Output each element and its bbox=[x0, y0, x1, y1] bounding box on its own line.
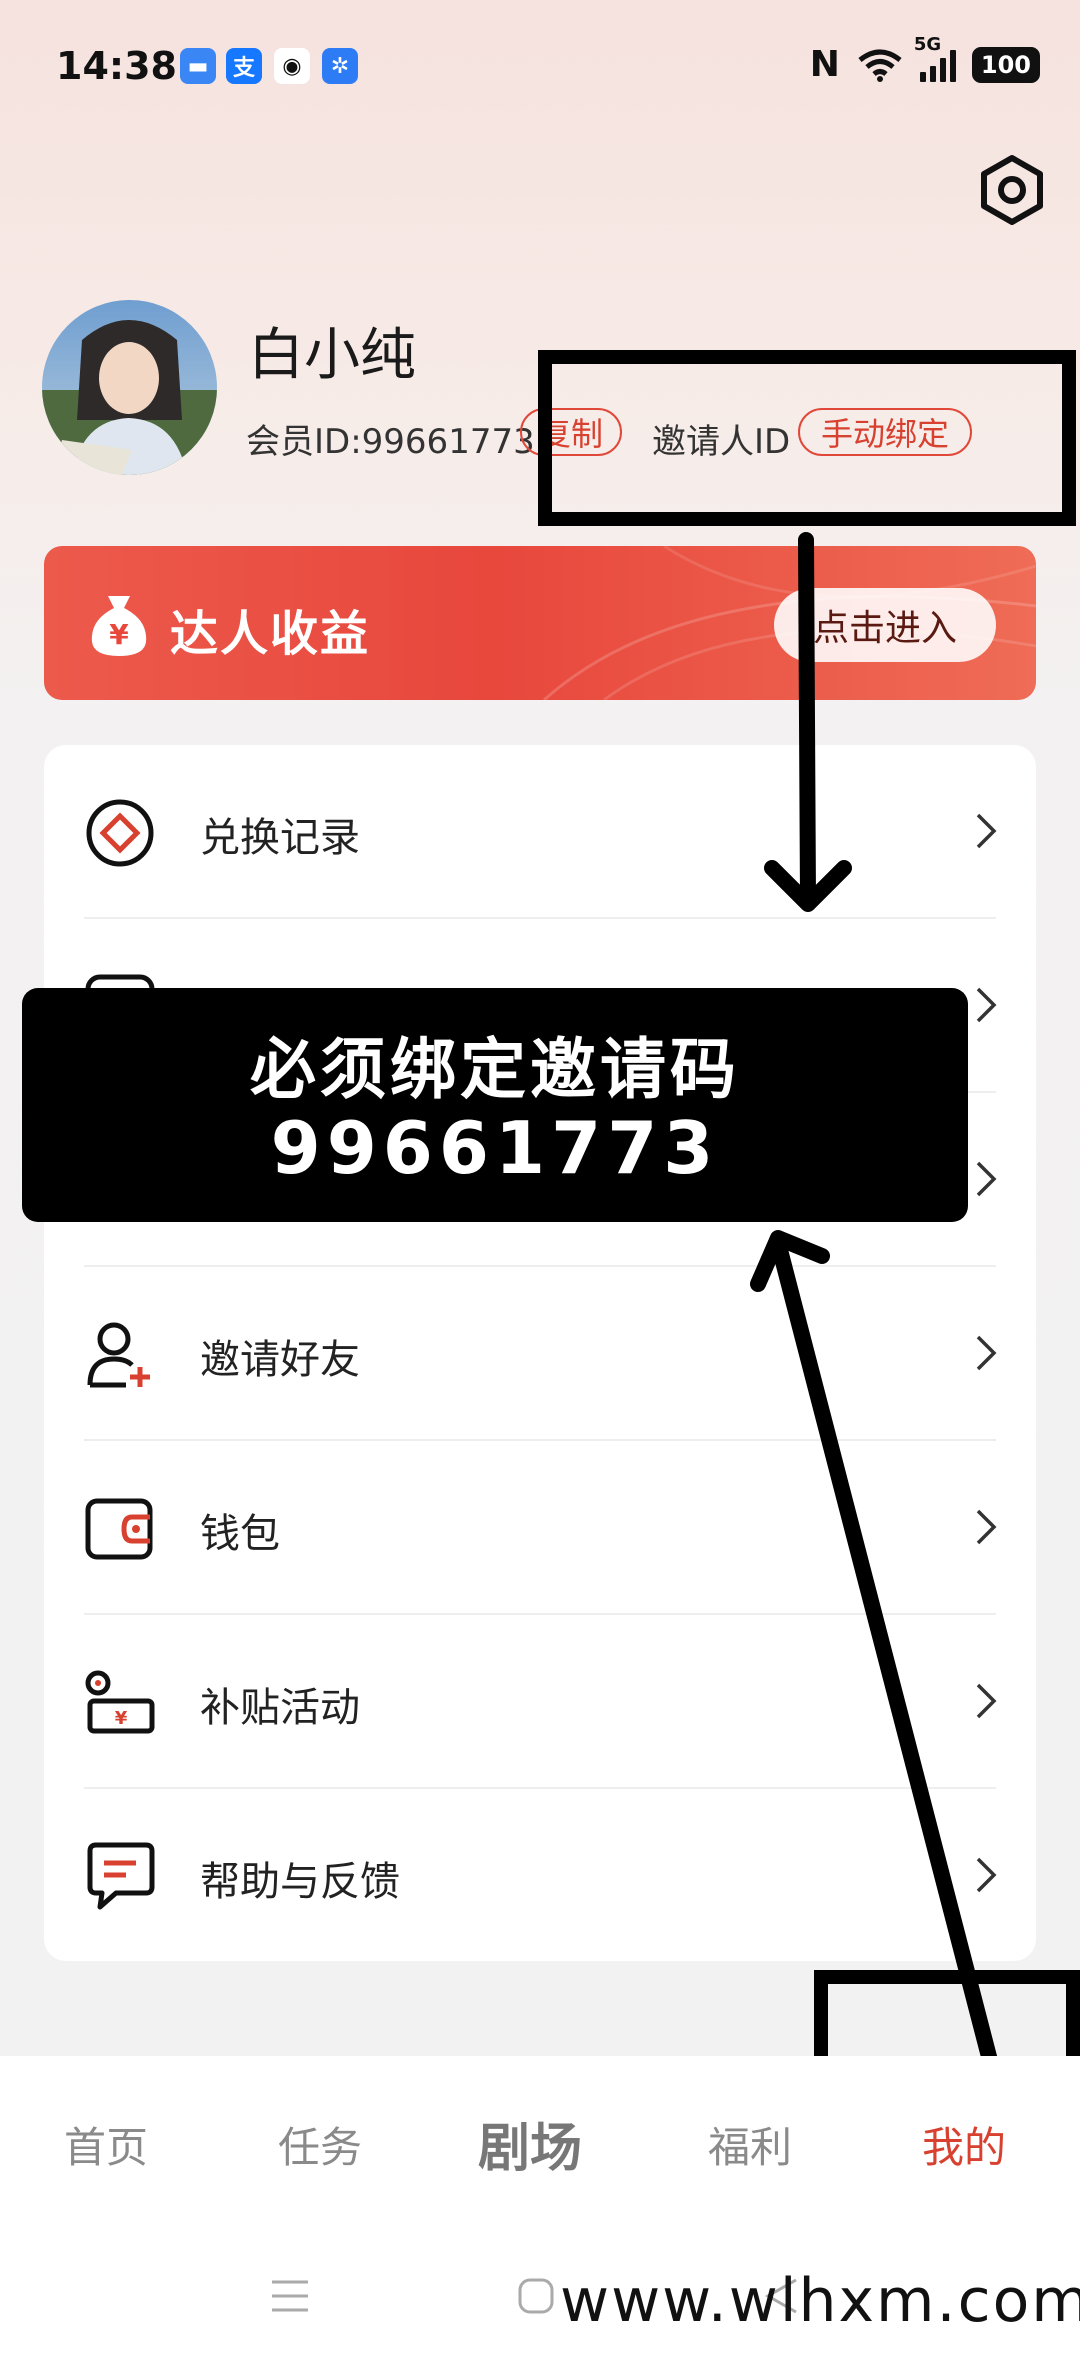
tab-tasks[interactable]: 任务 bbox=[278, 2114, 362, 2175]
home-nav-icon[interactable] bbox=[516, 2276, 556, 2316]
tab-home[interactable]: 首页 bbox=[64, 2114, 148, 2175]
tab-mine[interactable]: 我的 bbox=[922, 2114, 1006, 2175]
tab-welfare[interactable]: 福利 bbox=[708, 2114, 792, 2175]
watermark-text: www.wlhxm.com bbox=[560, 2266, 1080, 2336]
notice-code: 99661773 bbox=[270, 1106, 720, 1190]
notice-line-1: 必须绑定邀请码 bbox=[250, 1031, 740, 1108]
menu-nav-icon[interactable] bbox=[270, 2276, 310, 2316]
bind-code-notice: 必须绑定邀请码 99661773 bbox=[22, 988, 968, 1222]
tab-theater[interactable]: 剧场 bbox=[478, 2106, 582, 2181]
